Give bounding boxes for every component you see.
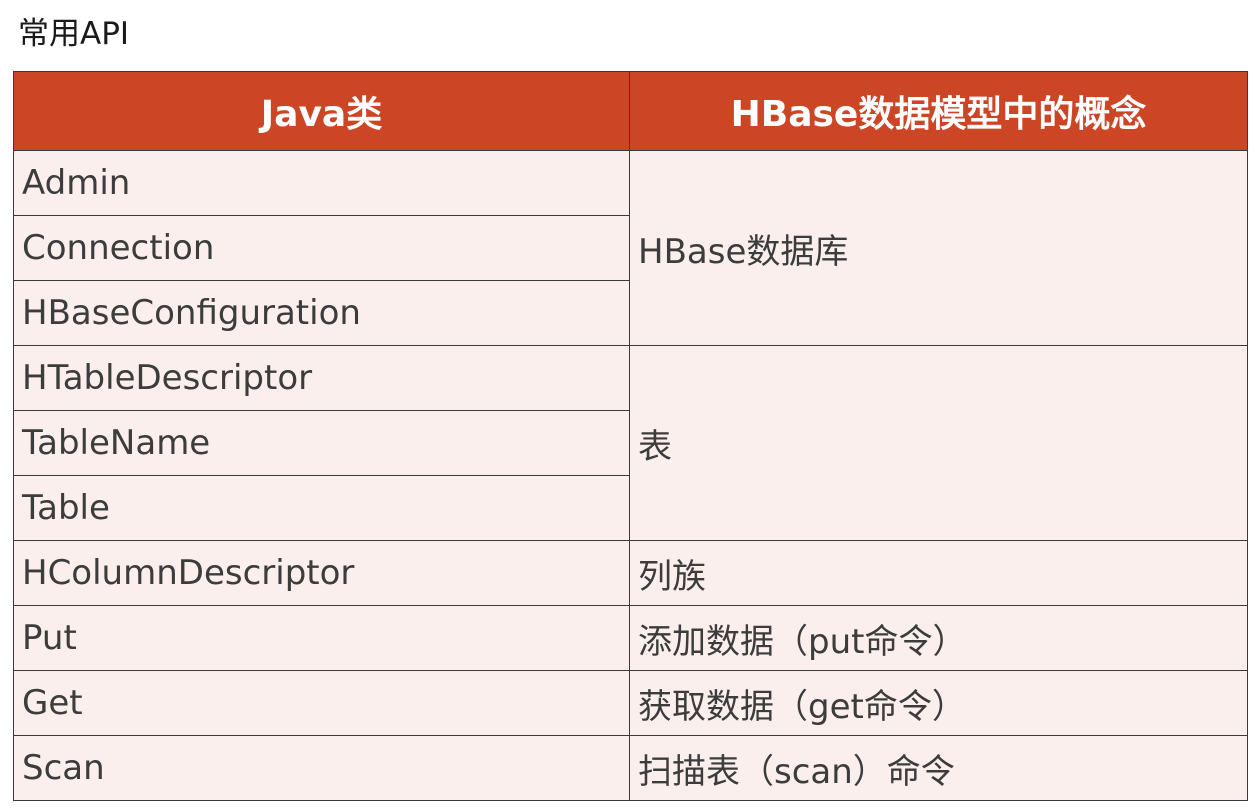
- java-class-cell: HTableDescriptor: [13, 345, 630, 411]
- java-class-cell: Put: [13, 605, 630, 671]
- java-class-cell: HColumnDescriptor: [13, 540, 630, 606]
- table-row: Get 获取数据（get命令）: [13, 670, 1248, 736]
- java-class-cell: Connection: [13, 215, 630, 281]
- hbase-concept-cell: 表: [629, 345, 1248, 541]
- table-row: Put 添加数据（put命令）: [13, 605, 1248, 671]
- hbase-concept-cell: 扫描表（scan）命令: [629, 735, 1248, 801]
- java-class-cell: TableName: [13, 410, 630, 476]
- hbase-concept-cell: HBase数据库: [629, 150, 1248, 346]
- column-header-hbase-concept: HBase数据模型中的概念: [629, 71, 1248, 151]
- java-class-cell: Admin: [13, 150, 630, 216]
- hbase-concept-cell: 添加数据（put命令）: [629, 605, 1248, 671]
- page-title: 常用API: [18, 16, 130, 52]
- api-table: Java类 HBase数据模型中的概念 Admin HBase数据库 Conne…: [13, 71, 1248, 801]
- table-row: Scan 扫描表（scan）命令: [13, 735, 1248, 801]
- table-row: HColumnDescriptor 列族: [13, 540, 1248, 606]
- table-row: HTableDescriptor 表: [13, 345, 1248, 541]
- java-class-cell: HBaseConfiguration: [13, 280, 630, 346]
- java-class-cell: Get: [13, 670, 630, 736]
- hbase-concept-cell: 获取数据（get命令）: [629, 670, 1248, 736]
- table-row: Admin HBase数据库: [13, 150, 1248, 346]
- table-header-row: Java类 HBase数据模型中的概念: [13, 71, 1248, 151]
- column-header-java-class: Java类: [13, 71, 630, 151]
- hbase-concept-cell: 列族: [629, 540, 1248, 606]
- java-class-cell: Table: [13, 475, 630, 541]
- java-class-cell: Scan: [13, 735, 630, 801]
